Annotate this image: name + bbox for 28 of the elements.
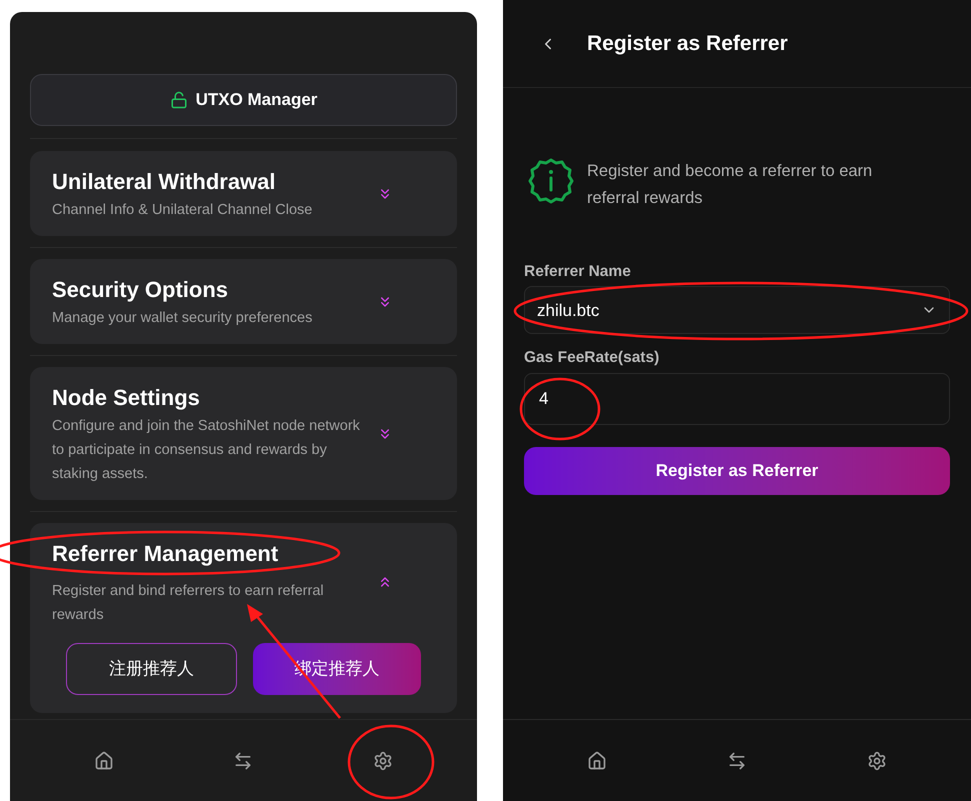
settings-card[interactable]: Node Settings Configure and join the SatoshiNet node network to participate in consensus and rewards by staking assets.: [30, 367, 457, 500]
home-icon: [94, 750, 114, 770]
utxo-manager-button[interactable]: UTXO Manager: [30, 74, 457, 126]
section-title: Node Settings: [52, 384, 200, 412]
home-icon: [587, 750, 607, 770]
section-title: Referrer Management: [52, 540, 278, 568]
settings-icon: [867, 750, 887, 770]
settings-card[interactable]: Security Options Manage your wallet security preferences: [30, 259, 457, 344]
section-subtitle: Register and bind referrers to earn referral rewards: [52, 582, 325, 625]
section-title: Unilateral Withdrawal: [52, 168, 276, 196]
page-title: Register as Referrer: [587, 30, 788, 57]
info-icon: [527, 156, 575, 204]
section-subtitle: Manage your wallet security preferences: [52, 309, 314, 328]
referrer-action-button[interactable]: 注册推荐人: [66, 643, 236, 695]
settings-icon: [373, 750, 394, 770]
section-subtitle: Configure and join the SatoshiNet node network to participate in consensus and rewards by staking assets.: [52, 417, 361, 484]
settings-card[interactable]: Unilateral Withdrawal Channel Info & Unilateral Channel Close: [30, 151, 457, 236]
section-subtitle: Channel Info & Unilateral Channel Close: [52, 201, 314, 220]
field-label: Gas FeeRate(sats): [524, 348, 660, 368]
register-button[interactable]: Register as Referrer: [524, 446, 950, 494]
swap-icon: [233, 750, 254, 770]
info-text: Register and become a referrer to earn referral rewards: [587, 161, 874, 209]
unlock-icon: [170, 91, 188, 109]
fee-rate-input[interactable]: 4: [524, 372, 950, 424]
referrer-name-select[interactable]: zhilu.btc: [524, 286, 950, 334]
field-label: Referrer Name: [524, 262, 632, 282]
section-title: Security Options: [52, 276, 228, 304]
swap-icon: [727, 750, 747, 770]
